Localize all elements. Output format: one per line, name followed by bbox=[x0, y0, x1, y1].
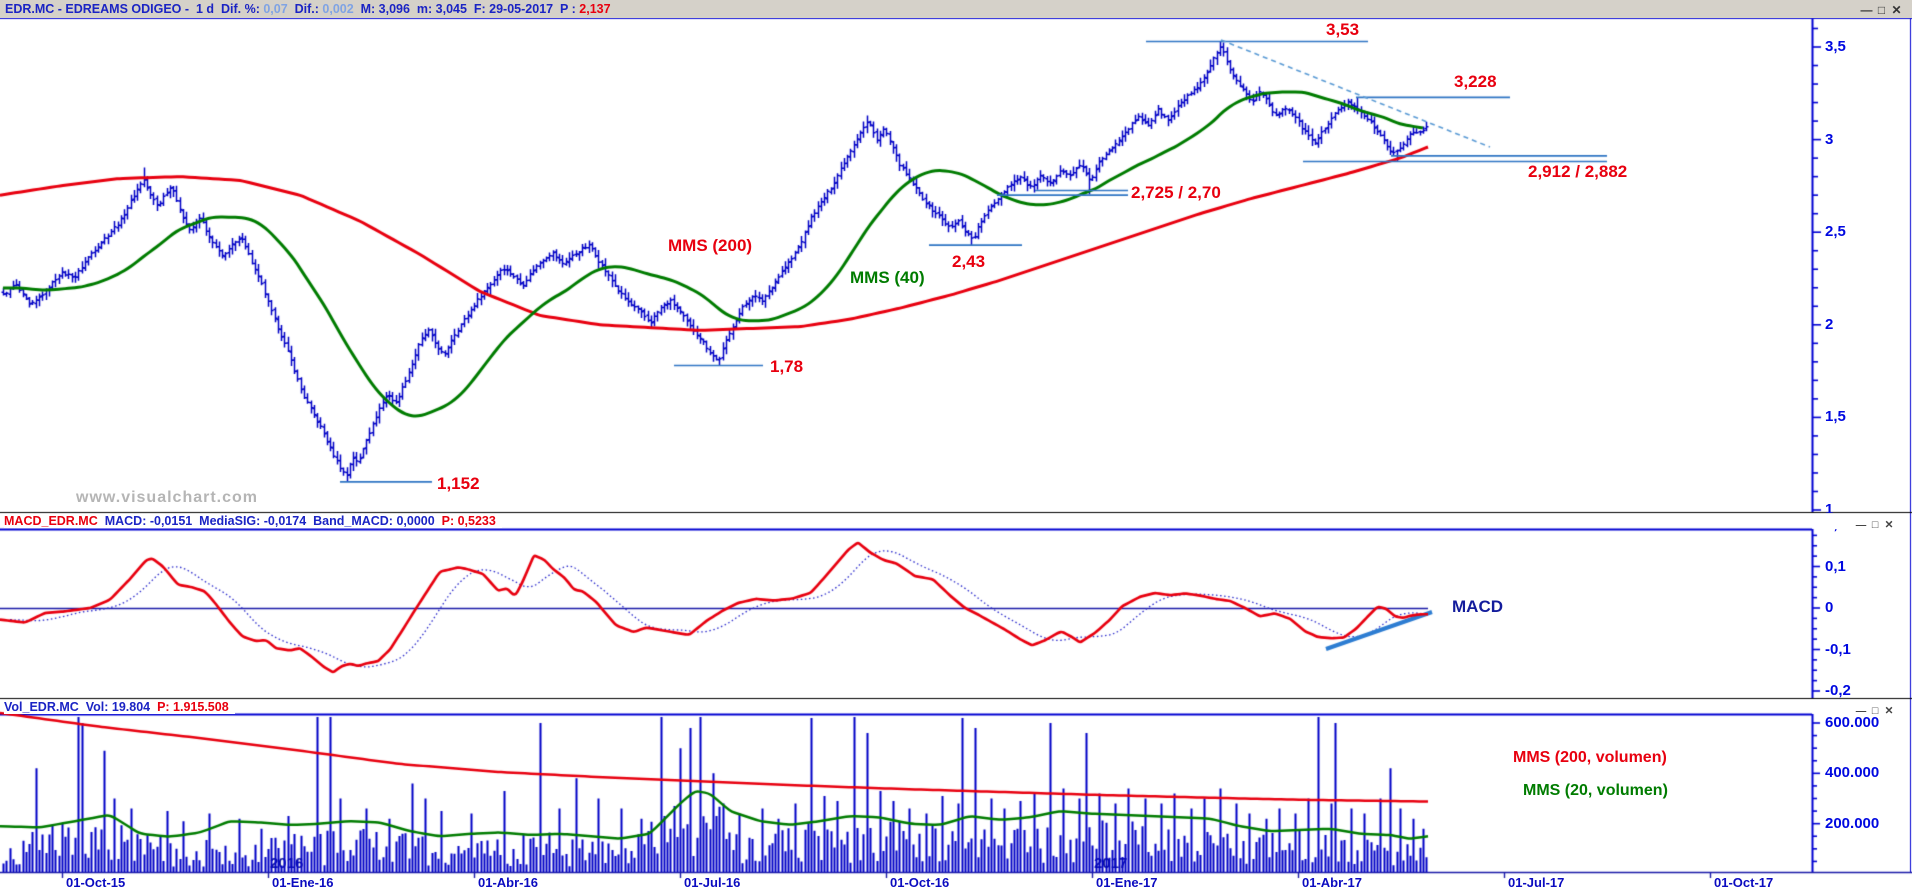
title-text-segment: Dif.: bbox=[287, 2, 323, 16]
title-text-segment: 0,002 bbox=[322, 2, 354, 16]
price-level-label: 2,912 / 2,882 bbox=[1528, 162, 1628, 181]
axis-tick-label: 1,5 bbox=[1825, 408, 1846, 426]
title-text-segment: EDR.MC - EDREAMS ODIGEO - 1 d Dif. %: bbox=[5, 2, 264, 16]
axis-tick-label: 200.000 bbox=[1825, 814, 1880, 832]
price-level-label: 3,228 bbox=[1454, 72, 1497, 91]
title-text-segment: P : bbox=[560, 2, 580, 16]
macd-header-segment: MACD: -0,0151 MediaSIG: -0,0174 Band_MAC… bbox=[101, 514, 439, 528]
minimize-icon[interactable]: — bbox=[1859, 3, 1874, 17]
axis-tick-label: 0,2 bbox=[1825, 529, 1846, 533]
title-text-segment: 2,137 bbox=[579, 2, 611, 16]
title-text-segment: M: 3,096 m: 3,045 F: 29-05-2017 bbox=[353, 2, 561, 16]
time-axis-label: 01-Oct-17 bbox=[1714, 875, 1774, 890]
time-axis-label: 01-Oct-16 bbox=[890, 875, 950, 890]
axis-tick-label: 3,5 bbox=[1825, 38, 1846, 55]
maximize-icon[interactable]: □ bbox=[1868, 705, 1882, 717]
time-axis-label: 01-Jul-17 bbox=[1508, 875, 1565, 890]
volume-panel-header: Vol_EDR.MC Vol: 19.804 P: 1.915.508 bbox=[4, 700, 235, 714]
time-axis[interactable]: 01-Oct-15 01-Ene-16 01-Abr-16 01-Jul-16 01-O… bbox=[0, 872, 1912, 892]
axis-tick-label: 2 bbox=[1825, 315, 1834, 333]
close-icon[interactable]: ✕ bbox=[1882, 519, 1896, 531]
time-axis-label: 01-Abr-16 bbox=[478, 875, 538, 890]
axis-tick-label: -0,1 bbox=[1825, 640, 1851, 658]
time-axis-label: 01-Abr-17 bbox=[1302, 875, 1362, 890]
price-level-label: 1,152 bbox=[437, 474, 480, 493]
visual-chart-window: EDR.MC - EDREAMS ODIGEO - 1 d Dif. %: 0,… bbox=[0, 0, 1912, 892]
macd-axis[interactable]: 0,2 0,1 0 -0,1 -0,2 bbox=[1813, 529, 1912, 698]
minimize-icon[interactable]: — bbox=[1854, 705, 1868, 717]
axis-tick-label: 3 bbox=[1825, 130, 1834, 148]
time-axis-label: 01-Oct-15 bbox=[66, 875, 126, 890]
axis-tick-label: -0,2 bbox=[1825, 682, 1851, 698]
chart-window-title: EDR.MC - EDREAMS ODIGEO - 1 d Dif. %: 0,… bbox=[5, 2, 611, 16]
ma-legend-label: MMS (40) bbox=[850, 268, 925, 287]
axis-tick-label: 1 bbox=[1825, 501, 1834, 513]
axis-tick-label: 400.000 bbox=[1825, 764, 1880, 782]
time-axis-label: 01-Ene-17 bbox=[1096, 875, 1158, 890]
ma-legend-label: MMS (200) bbox=[668, 236, 753, 255]
macd-indicator-label: MACD bbox=[1452, 597, 1503, 616]
time-axis-label: 01-Ene-16 bbox=[272, 875, 334, 890]
title-text-segment: 0,07 bbox=[263, 2, 288, 16]
ma-legend-label: MMS (20, volumen) bbox=[1523, 782, 1668, 799]
axis-tick-label: 2,5 bbox=[1825, 223, 1846, 241]
price-level-label: 3,53 bbox=[1326, 20, 1360, 39]
macd-panel-header: MACD_EDR.MC MACD: -0,0151 MediaSIG: -0,0… bbox=[4, 514, 502, 528]
ma-legend-label: MMS (200, volumen) bbox=[1513, 749, 1667, 766]
macd-header-segment: MACD_EDR.MC bbox=[4, 514, 102, 528]
volume-axis[interactable]: 600.000 400.000 200.000 bbox=[1813, 714, 1912, 872]
close-icon[interactable]: ✕ bbox=[1882, 705, 1896, 717]
price-level-label: 2,725 / 2,70 bbox=[1131, 183, 1221, 202]
axis-tick-label: 0 bbox=[1825, 599, 1834, 616]
minimize-icon[interactable]: — bbox=[1854, 519, 1868, 531]
macd-panel-controls: — □ ✕ bbox=[1854, 515, 1896, 533]
close-icon[interactable]: ✕ bbox=[1889, 3, 1904, 17]
time-axis-label: 01-Jul-16 bbox=[684, 875, 741, 890]
window-controls: — □ ✕ bbox=[1859, 1, 1904, 19]
axis-tick-label: 0,1 bbox=[1825, 557, 1846, 575]
volume-panel-controls: — □ ✕ bbox=[1854, 701, 1896, 719]
macd-header-segment: P: 0,5233 bbox=[438, 514, 496, 528]
visualchart-watermark: www.visualchart.com bbox=[76, 489, 259, 506]
price-axis[interactable]: 3,5 3 2,5 2 1,5 1 bbox=[1813, 18, 1912, 513]
maximize-icon[interactable]: □ bbox=[1868, 519, 1882, 531]
price-level-label: 2,43 bbox=[952, 252, 986, 271]
maximize-icon[interactable]: □ bbox=[1874, 3, 1889, 17]
window-titlebar: EDR.MC - EDREAMS ODIGEO - 1 d Dif. %: 0,… bbox=[0, 0, 1912, 18]
price-level-label: 1,78 bbox=[770, 357, 804, 376]
volume-header-segment: Vol_EDR.MC Vol: 19.804 bbox=[4, 700, 154, 714]
volume-header-segment: P: 1.915.508 bbox=[153, 700, 229, 714]
